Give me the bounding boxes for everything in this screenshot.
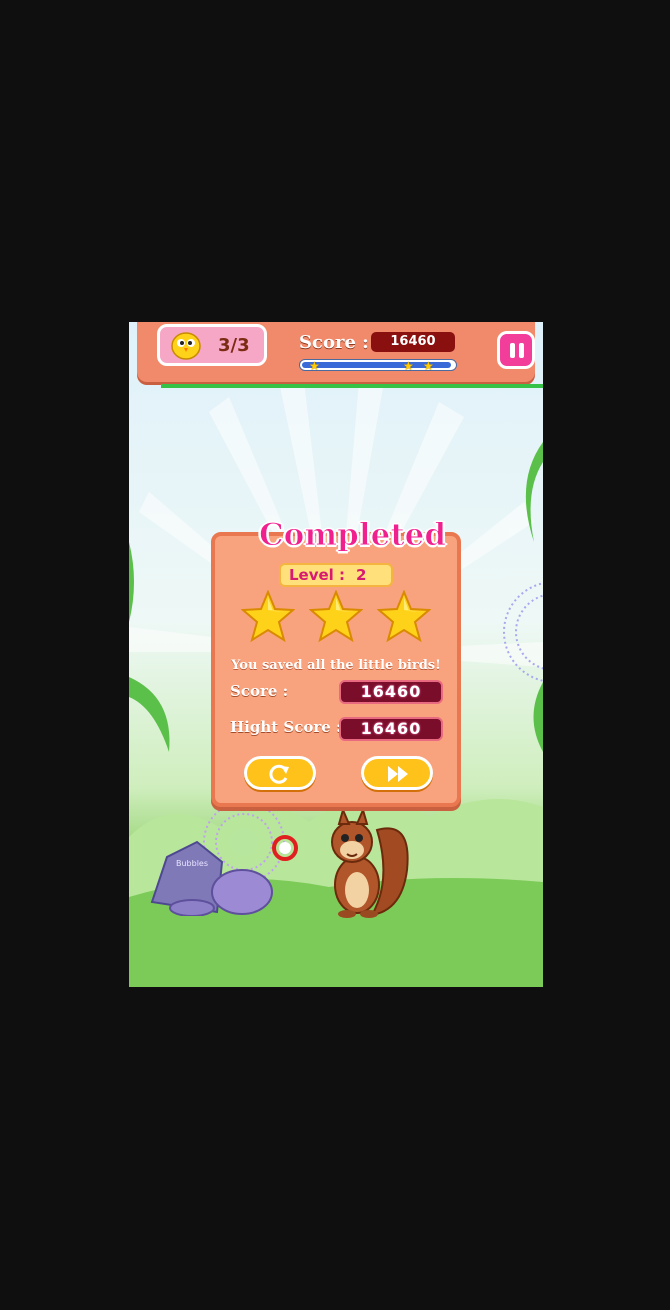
score-label: Score : bbox=[230, 682, 289, 700]
firework-right bbox=[503, 582, 543, 682]
hud-score-value: 16460 bbox=[371, 332, 455, 352]
bird-icon bbox=[171, 332, 201, 360]
level-value: 2 bbox=[356, 566, 367, 584]
completion-message: You saved all the little birds! bbox=[231, 658, 441, 673]
leaf-decoration-left-top bbox=[129, 542, 134, 622]
birds-count: 3/3 bbox=[218, 335, 250, 356]
star-icon bbox=[377, 590, 431, 643]
milestone-star-icon: ★ bbox=[309, 359, 320, 373]
dialog-title: Completed bbox=[259, 517, 447, 554]
bubble-limit-line bbox=[161, 384, 543, 388]
hud-score-label: Score : bbox=[299, 332, 369, 353]
milestone-star-icon: ★ bbox=[403, 359, 414, 373]
top-hud: 3/3 Score : 16460 ★ ★ ★ bbox=[137, 322, 535, 382]
milestone-star-icon: ★ bbox=[423, 359, 434, 373]
replay-icon bbox=[269, 764, 289, 784]
game-screen: Bubbles 3/3 Score : 16460 ★ ★ ★ Complete… bbox=[129, 322, 543, 987]
replay-button[interactable] bbox=[244, 756, 316, 790]
level-indicator: Level : 2 bbox=[279, 563, 393, 587]
squirrel-character bbox=[331, 810, 409, 918]
star-icon bbox=[241, 590, 295, 643]
leaf-decoration-right bbox=[533, 682, 543, 752]
pause-button[interactable] bbox=[497, 331, 535, 369]
high-score-label: Hight Score : bbox=[230, 718, 342, 736]
level-label: Level : bbox=[289, 566, 346, 584]
rock-label: Bubbles bbox=[176, 859, 208, 868]
rock-obstacle: Bubbles bbox=[150, 840, 273, 916]
fast-forward-icon bbox=[388, 766, 408, 782]
leaf-decoration-left bbox=[129, 677, 170, 752]
next-level-button[interactable] bbox=[361, 756, 433, 790]
score-value: 16460 bbox=[339, 680, 443, 704]
birds-saved-counter: 3/3 bbox=[157, 324, 267, 366]
high-score-value: 16460 bbox=[339, 717, 443, 741]
bubble-ring bbox=[272, 835, 298, 861]
leaf-decoration-right-top bbox=[525, 442, 543, 542]
star-icon bbox=[309, 590, 363, 643]
